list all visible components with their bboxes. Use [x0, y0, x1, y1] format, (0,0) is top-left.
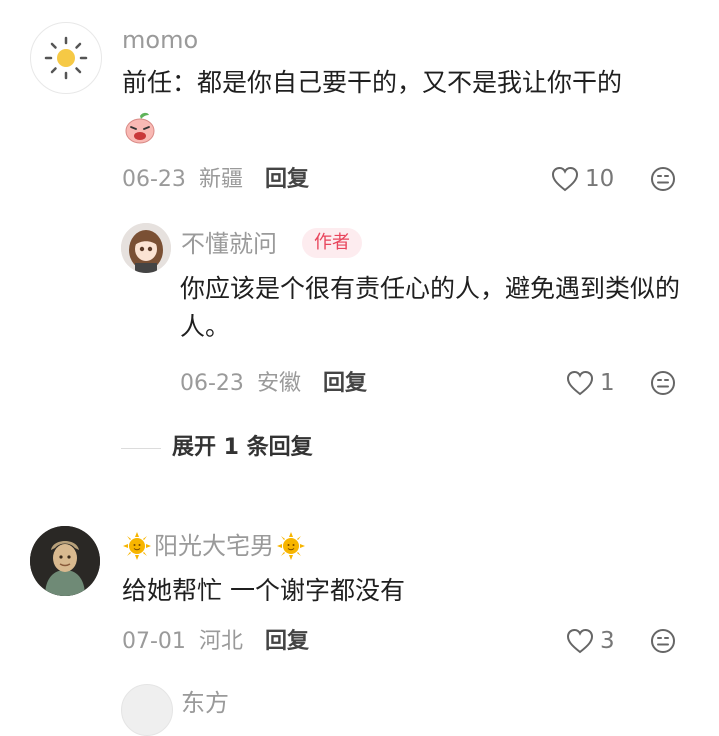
- reply-button[interactable]: 回复: [265, 628, 309, 656]
- like-button[interactable]: 1: [566, 369, 615, 397]
- heart-icon: [566, 370, 594, 396]
- comment-author[interactable]: momo: [122, 25, 198, 55]
- comment-text: 给她帮忙 一个谢字都没有: [122, 576, 405, 605]
- sun-emoji-icon: [123, 532, 151, 560]
- location-text: 安徽: [256, 371, 301, 396]
- location-text: 新疆: [198, 167, 243, 192]
- reply-button[interactable]: 回复: [265, 166, 309, 194]
- avatar[interactable]: [30, 22, 102, 94]
- like-count: 1: [600, 370, 615, 396]
- comment-author[interactable]: 阳光大宅男: [122, 531, 306, 561]
- dislike-button[interactable]: [650, 370, 676, 400]
- date-text: 07-01: [122, 629, 186, 654]
- neutral-face-icon: [651, 371, 675, 395]
- date-text: 06-23: [122, 167, 186, 192]
- date-text: 06-23: [180, 371, 244, 396]
- comment-date: 07-01 河北: [122, 628, 243, 656]
- angry-peach-sticker: [122, 110, 158, 146]
- author-badge: 作者: [302, 228, 362, 258]
- divider: [121, 448, 161, 449]
- reply-date: 06-23 安徽: [180, 370, 301, 398]
- like-button[interactable]: 10: [551, 165, 614, 193]
- reply-button[interactable]: 回复: [323, 370, 367, 398]
- comment-date: 06-23 新疆: [122, 166, 243, 194]
- author-name-text: 阳光大宅男: [154, 532, 274, 560]
- avatar[interactable]: [121, 223, 171, 273]
- reply-text: 你应该是个很有责任心的人，避免遇到类似的人。: [180, 274, 681, 341]
- neutral-face-icon: [651, 167, 675, 191]
- statue-figure-avatar-icon: [30, 526, 100, 596]
- avatar[interactable]: [30, 526, 100, 596]
- dislike-button[interactable]: [650, 166, 676, 196]
- like-button[interactable]: 3: [566, 627, 615, 655]
- comment-author[interactable]: 东方: [181, 688, 229, 718]
- comment-text: 前任：都是你自己要干的，又不是我让你干的: [122, 68, 623, 97]
- reply-author[interactable]: 不懂就问: [181, 229, 277, 259]
- like-count: 10: [585, 166, 615, 192]
- anime-girl-avatar-icon: [121, 223, 171, 273]
- expand-replies-button[interactable]: 展开 1 条回复: [172, 434, 313, 462]
- neutral-face-icon: [651, 629, 675, 653]
- sun-icon: [44, 36, 88, 80]
- avatar[interactable]: [121, 684, 173, 736]
- sun-emoji-icon: [277, 532, 305, 560]
- like-count: 3: [600, 628, 615, 654]
- location-text: 河北: [198, 629, 243, 654]
- heart-icon: [566, 628, 594, 654]
- heart-icon: [551, 166, 579, 192]
- dislike-button[interactable]: [650, 628, 676, 658]
